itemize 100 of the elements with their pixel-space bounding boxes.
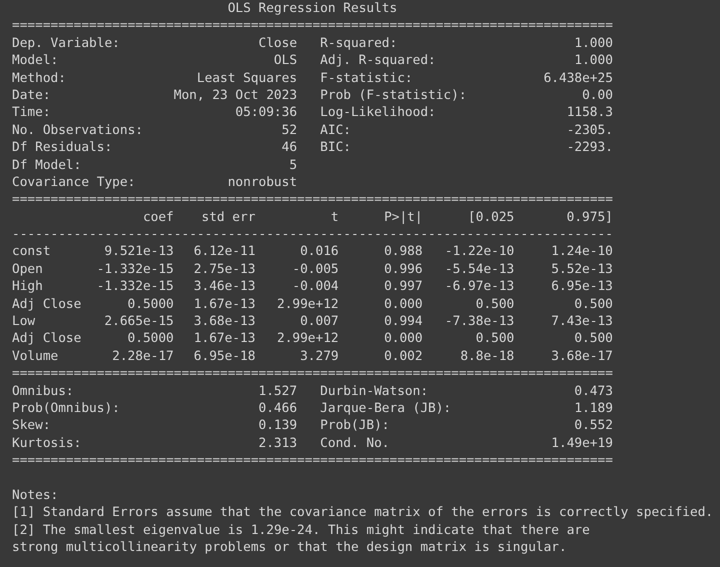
stat-label: Durbin-Watson: [320, 382, 428, 400]
stat-label: Dep. Variable: [12, 34, 120, 52]
stat-value: 05:09:36 [235, 104, 298, 122]
stat-label: Jarque-Bera (JB): [320, 400, 452, 418]
table-cell: -0.004 [292, 278, 339, 296]
stat-value: -2293. [566, 139, 613, 157]
column-header: t [330, 208, 339, 226]
stat-value: 46 [282, 139, 298, 157]
notes-heading: Notes: [12, 486, 58, 504]
row-name: const [12, 243, 51, 261]
stat-value: 52 [282, 122, 298, 140]
stat-value: 1.527 [258, 382, 298, 400]
table-cell: 0.500 [476, 296, 514, 314]
table-cell: 2.665e-15 [104, 313, 174, 330]
stat-label: Time: [12, 104, 51, 122]
row-name: Low [12, 313, 36, 330]
table-cell: 0.500 [574, 330, 613, 348]
stat-label: Prob(JB): [320, 417, 390, 435]
stat-value: 1.000 [574, 34, 613, 52]
stat-value: Least Squares [196, 70, 298, 87]
stat-label: Prob(Omnibus): [12, 400, 120, 418]
table-cell: 2.75e-13 [194, 260, 256, 278]
stat-label: BIC: [320, 139, 351, 157]
note-line: [1] Standard Errors assume that the covariance matrix of the errors is correctly specified. [12, 504, 714, 522]
table-cell: 3.68e-17 [551, 348, 613, 366]
table-cell: 6.95e-18 [194, 348, 256, 366]
rule-line: ============================================================================== [12, 17, 613, 35]
table-cell: 2.28e-17 [112, 348, 174, 366]
table-cell: 3.279 [300, 348, 339, 366]
table-cell: 0.5000 [128, 296, 174, 314]
stat-value: nonrobust [228, 174, 298, 192]
note-line: strong multicollinearity problems or that the design matrix is singular. [12, 539, 567, 556]
table-cell: -1.22e-10 [444, 243, 514, 261]
stat-value: 1.189 [574, 400, 613, 418]
stat-value: 0.00 [582, 86, 613, 104]
stat-label: Cond. No. [320, 434, 390, 452]
stat-value: 0.552 [574, 417, 613, 435]
table-cell: 0.988 [384, 243, 423, 261]
stat-label: F-statistic: [320, 70, 413, 87]
row-name: Open [12, 260, 43, 278]
report-title: OLS Regression Results [228, 0, 398, 18]
table-cell: 7.43e-13 [551, 313, 613, 330]
table-cell: 1.67e-13 [194, 330, 256, 348]
table-cell: 9.521e-13 [104, 243, 174, 261]
row-name: Volume [12, 348, 58, 366]
stat-value: 0.466 [258, 400, 298, 418]
stat-label: Adj. R-squared: [320, 52, 436, 70]
table-cell: 3.68e-13 [194, 313, 256, 330]
table-cell: -1.332e-15 [96, 278, 174, 296]
stat-value: 1158.3 [566, 104, 613, 122]
stat-label: No. Observations: [12, 122, 143, 140]
rule-line: ============================================================================== [12, 452, 613, 470]
rule-line: ============================================================================== [12, 365, 613, 383]
stat-value: Close [258, 34, 298, 52]
stat-label: Log-Likelihood: [320, 104, 436, 122]
table-cell: 6.12e-11 [194, 243, 256, 261]
stat-label: Prob (F-statistic): [320, 86, 467, 104]
column-header: 0.975] [566, 208, 613, 226]
table-cell: 0.007 [300, 313, 339, 330]
table-cell: -1.332e-15 [96, 260, 174, 278]
stat-label: Model: [12, 52, 58, 70]
row-name: Adj Close [12, 330, 82, 348]
table-cell: 0.500 [476, 330, 514, 348]
stat-label: Covariance Type: [12, 174, 136, 192]
table-cell: -0.005 [292, 260, 339, 278]
table-cell: 0.000 [384, 330, 423, 348]
table-cell: -5.54e-13 [444, 260, 514, 278]
stat-value: 0.473 [574, 382, 613, 400]
table-cell: 0.997 [384, 278, 423, 296]
table-cell: 0.996 [384, 260, 423, 278]
table-cell: 0.5000 [128, 330, 174, 348]
stat-label: Df Residuals: [12, 139, 112, 157]
stat-label: Omnibus: [12, 382, 74, 400]
stat-value: Mon, 23 Oct 2023 [174, 86, 298, 104]
table-cell: 1.67e-13 [194, 296, 256, 314]
table-cell: 0.994 [384, 313, 423, 330]
row-name: Adj Close [12, 296, 82, 314]
column-header: coef [142, 208, 174, 226]
table-cell: 3.46e-13 [194, 278, 256, 296]
column-header: P>|t| [384, 208, 423, 226]
stat-label: AIC: [320, 122, 351, 140]
table-cell: -7.38e-13 [444, 313, 514, 330]
stat-value: OLS [274, 52, 298, 70]
table-cell: 6.95e-13 [551, 278, 613, 296]
table-cell: 8.8e-18 [460, 348, 514, 366]
column-header: [0.025 [468, 208, 514, 226]
note-line: [2] The smallest eigenvalue is 1.29e-24. This might indicate that there are [12, 522, 590, 540]
stat-label: Skew: [12, 417, 51, 435]
table-cell: 0.002 [384, 348, 423, 366]
rule-line: ============================================================================== [12, 191, 613, 209]
table-cell: 0.016 [300, 243, 339, 261]
table-cell: 0.500 [574, 296, 613, 314]
stat-value: 5 [289, 156, 298, 174]
stat-label: R-squared: [320, 34, 398, 52]
stat-label: Date: [12, 86, 51, 104]
row-name: High [12, 278, 43, 296]
stat-label: Kurtosis: [12, 434, 82, 452]
stat-value: 0.139 [258, 417, 298, 435]
table-cell: 0.000 [384, 296, 423, 314]
stat-label: Method: [12, 70, 66, 87]
